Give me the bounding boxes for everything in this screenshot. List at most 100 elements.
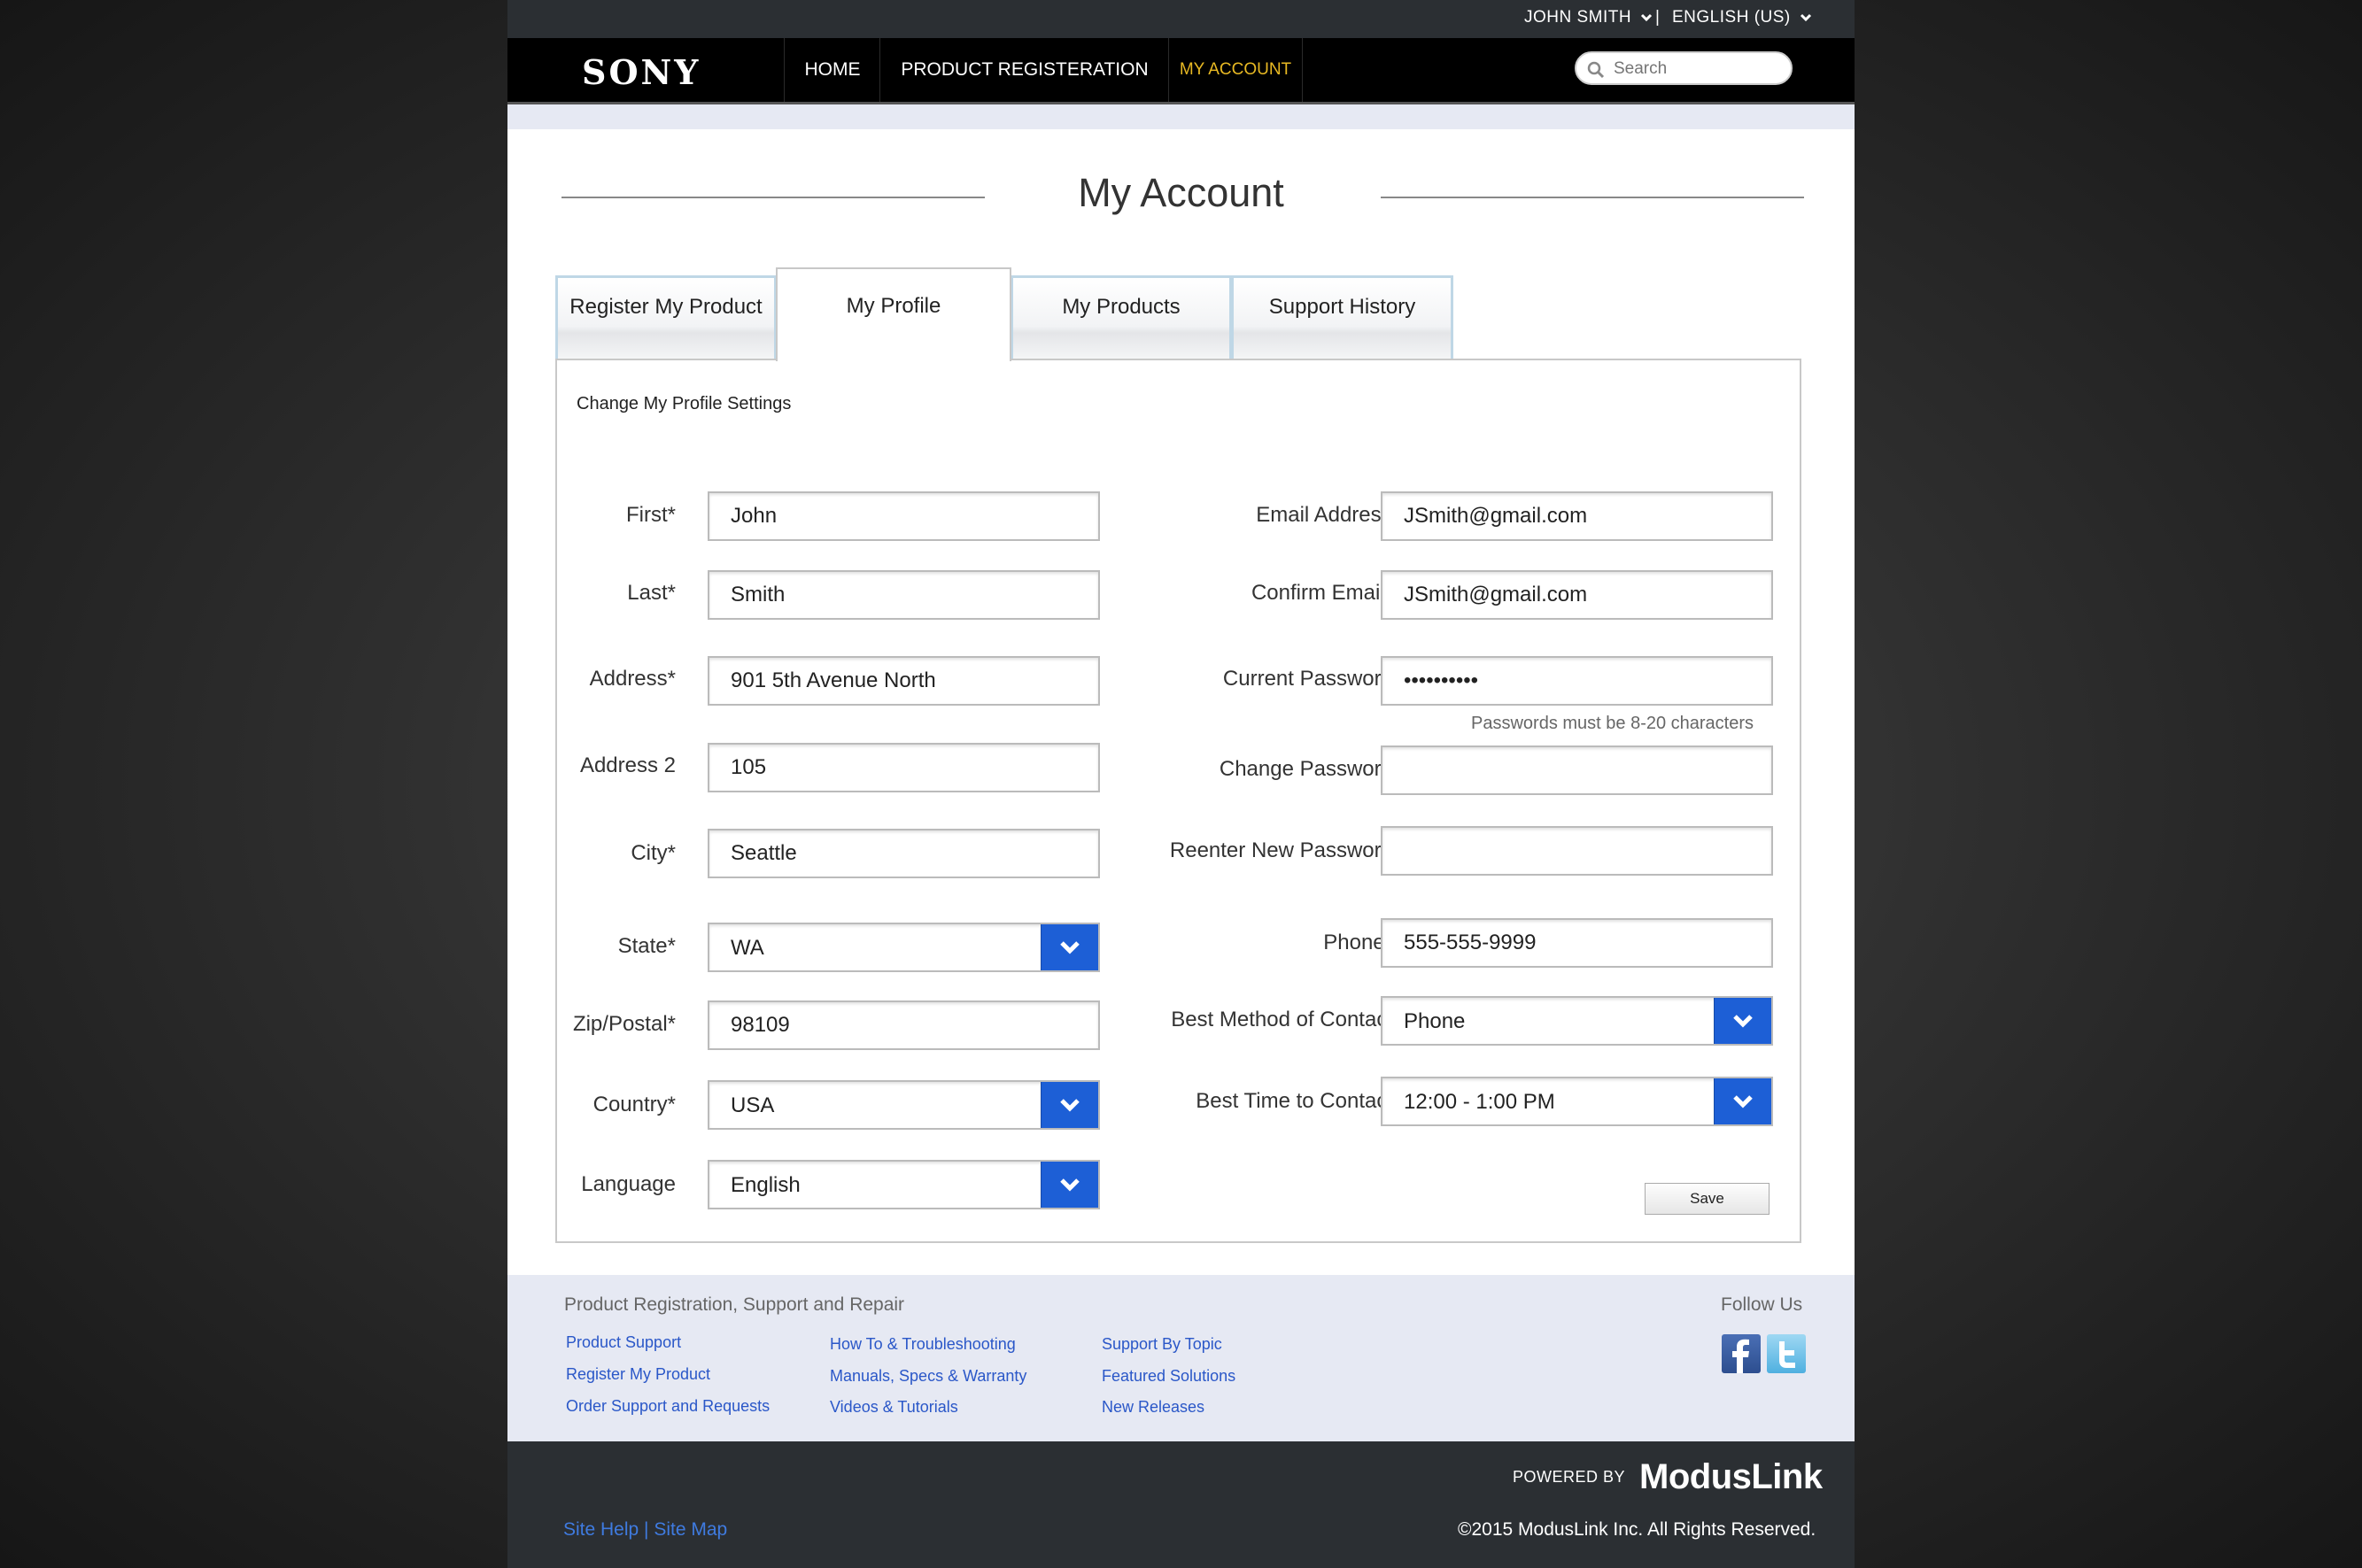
phone-field[interactable] [1381, 918, 1773, 968]
footer-title: Product Registration, Support and Repair [564, 1294, 905, 1315]
footer: Product Registration, Support and Repair… [507, 1275, 1855, 1441]
country-label: Country* [592, 1093, 676, 1116]
footer-link-how-to[interactable]: How To & Troubleshooting [830, 1335, 1016, 1354]
email-input[interactable] [1404, 505, 1762, 528]
chevron-down-icon [1060, 1178, 1080, 1192]
city-field[interactable] [708, 829, 1100, 878]
reenter-password-label: Reenter New Password [1169, 838, 1393, 862]
country-value: USA [731, 1093, 775, 1117]
best-method-dropdown-button[interactable] [1714, 998, 1771, 1044]
address-input[interactable] [731, 669, 1089, 692]
chevron-down-icon [1733, 1015, 1753, 1028]
main-navbar: SONY HOME PRODUCT REGISTERATION MY ACCOU… [507, 38, 1855, 104]
password-hint: Passwords must be 8-20 characters [1471, 714, 1754, 733]
language-menu[interactable]: ENGLISH (US) [1672, 8, 1812, 27]
zip-input[interactable] [731, 1014, 1089, 1037]
change-password-label: Change Password [1219, 757, 1393, 781]
footer-link-support-by-topic[interactable]: Support By Topic [1102, 1335, 1222, 1354]
footer-link-new-releases[interactable]: New Releases [1102, 1398, 1204, 1417]
footer-link-order-support[interactable]: Order Support and Requests [566, 1397, 770, 1416]
chevron-down-icon [1060, 1099, 1080, 1112]
phone-label: Phone* [1323, 931, 1393, 954]
search-input[interactable] [1612, 58, 1784, 81]
email-label: Email Address* [1256, 503, 1400, 527]
nav-product-registration[interactable]: PRODUCT REGISTERATION [879, 38, 1169, 102]
user-menu[interactable]: JOHN SMITH [1524, 8, 1653, 27]
profile-panel: Change My Profile Settings First* Last* … [555, 359, 1801, 1243]
first-name-field[interactable] [708, 491, 1100, 541]
sony-logo[interactable]: SONY [582, 52, 701, 92]
country-dropdown-button[interactable] [1041, 1082, 1098, 1128]
powered-by-label: POWERED BY [1513, 1468, 1626, 1486]
email-field[interactable] [1381, 491, 1773, 541]
state-value: WA [731, 936, 764, 960]
tab-my-profile[interactable]: My Profile [776, 267, 1011, 361]
follow-us-label: Follow Us [1721, 1294, 1803, 1315]
address-label: Address* [589, 667, 676, 691]
address2-field[interactable] [708, 743, 1100, 792]
best-method-label: Best Method of Contact [1171, 1008, 1393, 1031]
language-dropdown-button[interactable] [1041, 1162, 1098, 1208]
nav-home[interactable]: HOME [784, 38, 880, 102]
save-button[interactable]: Save [1645, 1183, 1770, 1215]
reenter-password-input[interactable] [1404, 839, 1762, 862]
search-box[interactable] [1575, 51, 1793, 85]
tab-register-my-product[interactable]: Register My Product [555, 275, 777, 359]
tab-my-products[interactable]: My Products [1011, 275, 1232, 359]
first-name-label: First* [626, 503, 676, 527]
chevron-down-icon [1800, 13, 1811, 22]
footer-link-manuals[interactable]: Manuals, Specs & Warranty [830, 1367, 1026, 1386]
search-icon [1587, 61, 1605, 79]
best-method-select[interactable]: Phone [1381, 996, 1773, 1046]
reenter-password-field[interactable] [1381, 826, 1773, 876]
twitter-icon[interactable] [1767, 1334, 1806, 1373]
first-name-input[interactable] [731, 505, 1089, 528]
confirm-email-field[interactable] [1381, 570, 1773, 620]
change-password-input[interactable] [1404, 759, 1762, 782]
current-password-input[interactable] [1404, 669, 1762, 692]
address-field[interactable] [708, 656, 1100, 706]
copyright-text: ©2015 ModusLink Inc. All Rights Reserved… [1458, 1519, 1816, 1540]
last-name-input[interactable] [731, 583, 1089, 606]
last-name-label: Last* [627, 581, 676, 605]
language-label: Language [581, 1172, 676, 1196]
footer-link-videos[interactable]: Videos & Tutorials [830, 1398, 958, 1417]
title-rule-right [1381, 197, 1804, 198]
tab-support-history[interactable]: Support History [1231, 275, 1453, 359]
confirm-email-input[interactable] [1404, 583, 1762, 606]
footer-link-featured-solutions[interactable]: Featured Solutions [1102, 1367, 1235, 1386]
chevron-down-icon [1641, 13, 1653, 22]
city-input[interactable] [731, 842, 1089, 865]
nav-my-account[interactable]: MY ACCOUNT [1168, 38, 1303, 102]
zip-label: Zip/Postal* [572, 1012, 676, 1036]
state-label: State* [617, 934, 676, 958]
site-help-links[interactable]: Site Help | Site Map [563, 1519, 727, 1541]
moduslink-logo: ModusLink [1639, 1457, 1823, 1496]
best-time-select[interactable]: 12:00 - 1:00 PM [1381, 1077, 1773, 1126]
address2-input[interactable] [731, 756, 1089, 779]
best-time-dropdown-button[interactable] [1714, 1078, 1771, 1124]
utility-bar: JOHN SMITH | ENGLISH (US) [507, 0, 1855, 38]
last-name-field[interactable] [708, 570, 1100, 620]
page-title: My Account [1078, 170, 1284, 215]
chevron-down-icon [1733, 1095, 1753, 1108]
city-label: City* [631, 841, 676, 865]
footer-link-register-my-product[interactable]: Register My Product [566, 1365, 710, 1384]
chevron-down-icon [1060, 941, 1080, 954]
change-password-field[interactable] [1381, 745, 1773, 795]
user-name: JOHN SMITH [1524, 8, 1632, 27]
current-password-field[interactable] [1381, 656, 1773, 706]
country-select[interactable]: USA [708, 1080, 1100, 1130]
zip-field[interactable] [708, 1000, 1100, 1050]
language-select[interactable]: English [708, 1160, 1100, 1209]
state-select[interactable]: WA [708, 923, 1100, 972]
address2-label: Address 2 [579, 753, 676, 777]
utility-separator: | [1655, 8, 1660, 27]
facebook-icon[interactable] [1722, 1334, 1761, 1373]
bottom-bar: POWERED BY ModusLink Site Help | Site Ma… [507, 1441, 1855, 1568]
state-dropdown-button[interactable] [1041, 924, 1098, 970]
footer-link-product-support[interactable]: Product Support [566, 1333, 681, 1352]
best-time-label: Best Time to Contact [1196, 1089, 1393, 1113]
phone-input[interactable] [1404, 931, 1762, 954]
language-label: ENGLISH (US) [1672, 8, 1791, 27]
